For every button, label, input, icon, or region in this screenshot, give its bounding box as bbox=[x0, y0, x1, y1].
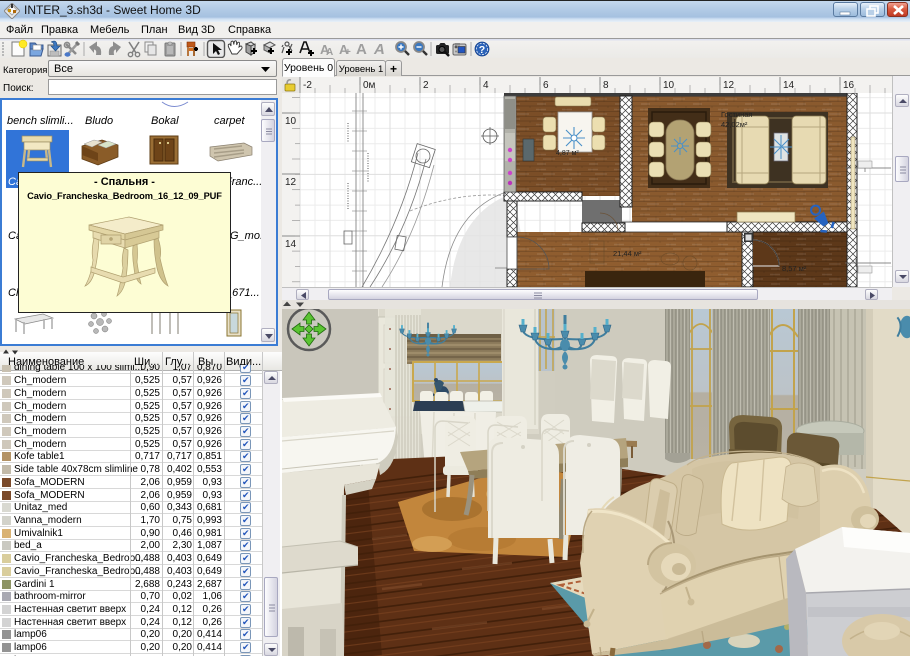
svg-text:21,44 м²: 21,44 м² bbox=[613, 249, 642, 258]
svg-text:4,87 м²: 4,87 м² bbox=[556, 150, 579, 157]
svg-text:42,02м²: 42,02м² bbox=[721, 120, 748, 129]
svg-text:14: 14 bbox=[783, 80, 795, 91]
svg-text:Гостиная: Гостиная bbox=[721, 110, 752, 119]
svg-text:8,57 м²: 8,57 м² bbox=[782, 264, 807, 273]
svg-text:14: 14 bbox=[285, 239, 297, 250]
svg-text:A: A bbox=[326, 47, 333, 58]
svg-text:10: 10 bbox=[663, 80, 675, 91]
svg-text:16: 16 bbox=[843, 80, 855, 91]
svg-text:A: A bbox=[356, 41, 367, 58]
svg-text:10: 10 bbox=[285, 116, 297, 127]
svg-text:6: 6 bbox=[543, 80, 549, 91]
svg-text:+: + bbox=[345, 47, 351, 58]
svg-text:4: 4 bbox=[483, 80, 489, 91]
svg-text:-2: -2 bbox=[303, 80, 312, 91]
svg-text:0м: 0м bbox=[363, 80, 376, 91]
svg-text:12: 12 bbox=[723, 80, 735, 91]
svg-text:12: 12 bbox=[285, 177, 297, 188]
svg-text:?: ? bbox=[479, 44, 485, 56]
svg-text:A: A bbox=[373, 41, 385, 58]
svg-text:2: 2 bbox=[423, 80, 429, 91]
svg-text:8: 8 bbox=[603, 80, 609, 91]
